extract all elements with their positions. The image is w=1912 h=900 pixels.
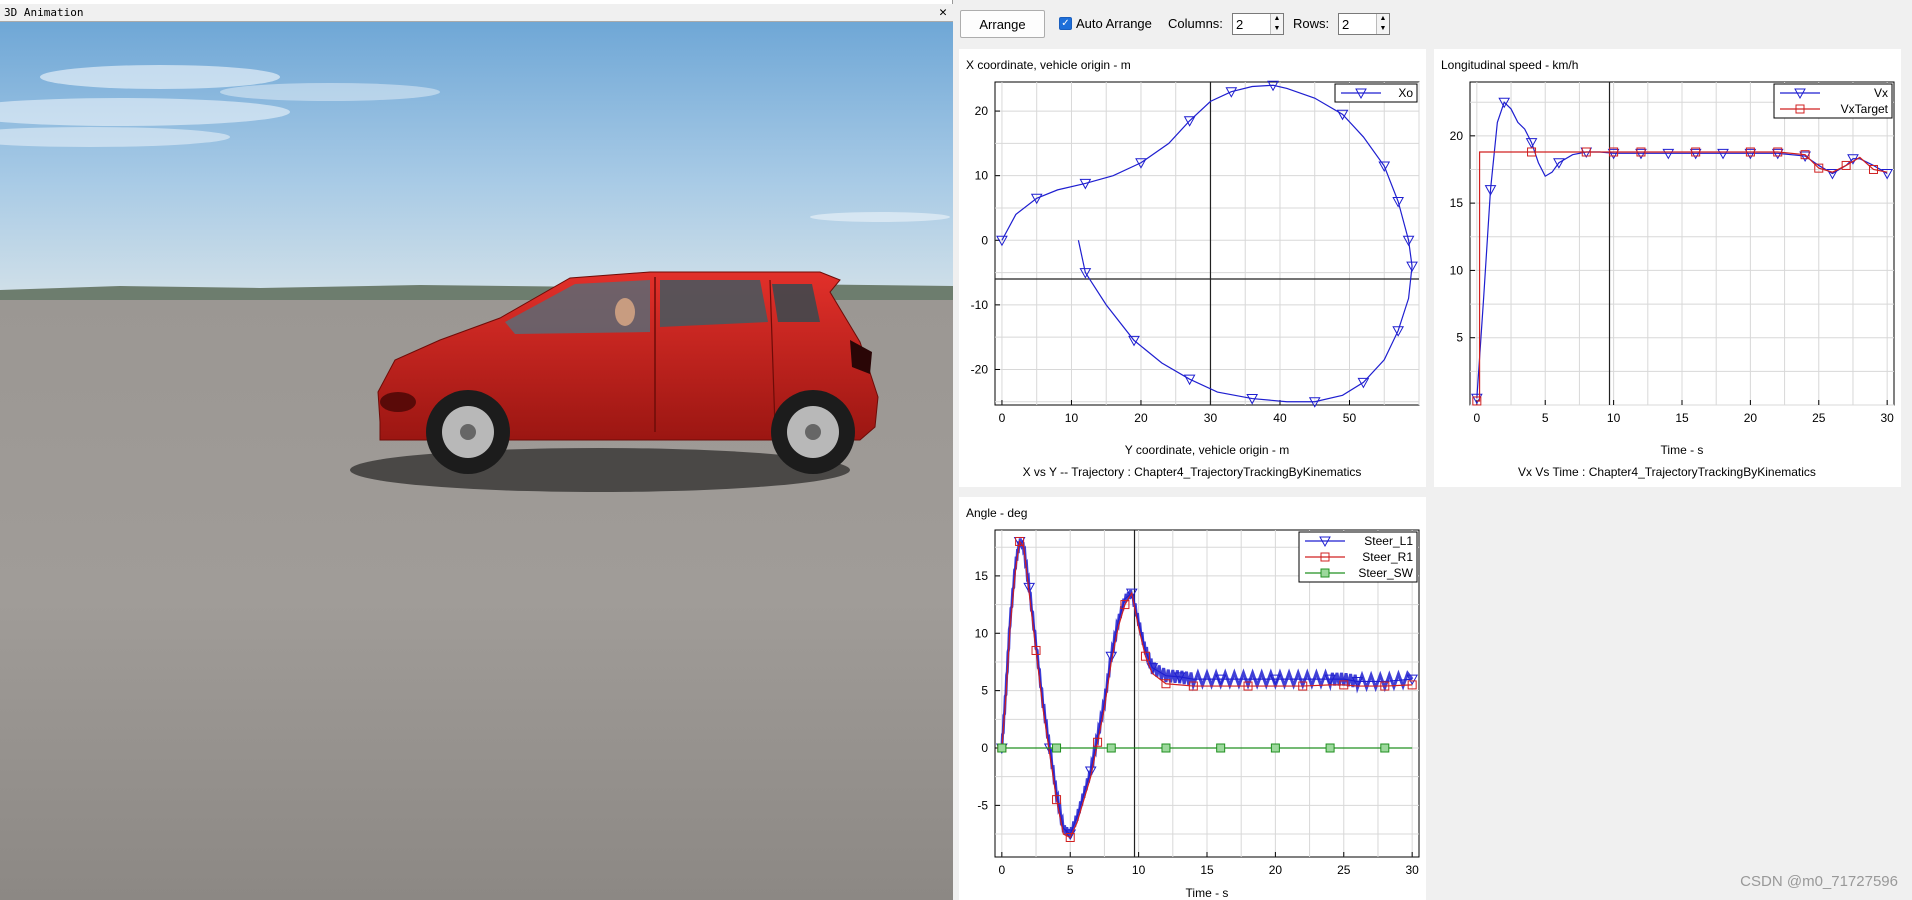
x-tick-label: 30	[1405, 863, 1419, 877]
legend-label: Xo	[1398, 86, 1413, 100]
car-shadow	[350, 448, 850, 492]
data-point	[1380, 743, 1390, 753]
data-point	[1161, 743, 1171, 753]
x-tick-label: 10	[1607, 411, 1621, 425]
x-tick-label: 15	[1200, 863, 1214, 877]
data-point	[1216, 743, 1226, 753]
plot-steer-angle[interactable]: Angle - deg 0 5 10 15 20 25 30 -5 0 5 10 15 Steer_L1 S…	[959, 497, 1426, 900]
animation-window-titlebar: 3D Animation ✕	[0, 4, 953, 22]
y-tick-label: 5	[1456, 331, 1463, 345]
x-tick-label: 0	[1473, 411, 1480, 425]
x-axis-label: Y coordinate, vehicle origin - m	[1125, 443, 1290, 457]
plot-vx-time[interactable]: Longitudinal speed - km/h 0 5 10 15 20 25 30 5 10…	[1434, 49, 1901, 487]
data-point	[1052, 743, 1062, 753]
x-tick-label: 30	[1880, 411, 1894, 425]
legend-label: Steer_SW	[1358, 566, 1413, 580]
x-tick-label: 50	[1343, 411, 1357, 425]
animation-viewport[interactable]	[0, 22, 953, 900]
spinner-arrows-icon[interactable]: ▲ ▼	[1270, 14, 1283, 34]
data-point	[1325, 743, 1335, 753]
data-point	[997, 743, 1007, 753]
plot-frame	[994, 81, 1420, 406]
columns-label: Columns:	[1168, 16, 1223, 31]
steer-chart-svg[interactable]: Angle - deg 0 5 10 15 20 25 30 -5 0 5 10 15 Steer_L1 S…	[959, 497, 1426, 900]
legend-label: Steer_L1	[1364, 534, 1413, 548]
arrange-button[interactable]: Arrange	[960, 10, 1045, 38]
y-tick-label: 0	[981, 741, 988, 755]
y-tick-label: 5	[981, 684, 988, 698]
chart-caption: X vs Y -- Trajectory : Chapter4_Trajecto…	[1023, 465, 1362, 479]
x-axis-label: Time - s	[1186, 886, 1229, 900]
xy-chart-svg[interactable]: X coordinate, vehicle origin - m 0 10 20 30 4…	[959, 49, 1426, 487]
x-tick-label: 0	[998, 863, 1005, 877]
data-point	[1106, 743, 1116, 753]
spinner-arrows-icon[interactable]: ▲ ▼	[1376, 14, 1389, 34]
plot-xy-trajectory[interactable]: X coordinate, vehicle origin - m 0 10 20 30 4…	[959, 49, 1426, 487]
legend-label: Vx	[1874, 86, 1888, 100]
y-tick-label: 15	[975, 569, 989, 583]
app-root: 3D Animation ✕ Arrange ✓ Auto Arrange Co…	[0, 0, 1912, 900]
chart-title: Angle - deg	[966, 506, 1027, 520]
y-tick-label: 15	[1450, 196, 1464, 210]
data-point	[1270, 743, 1280, 753]
y-tick-label: 20	[975, 104, 989, 118]
x-tick-label: 20	[1134, 411, 1148, 425]
scene-graphic	[0, 22, 953, 900]
close-icon[interactable]: ✕	[939, 4, 947, 22]
animation-window: 3D Animation ✕	[0, 0, 953, 900]
y-tick-label: -20	[971, 362, 989, 376]
y-tick-label: 10	[975, 169, 989, 183]
chart-title: X coordinate, vehicle origin - m	[966, 58, 1131, 72]
x-axis-label: Time - s	[1661, 443, 1704, 457]
x-tick-label: 25	[1337, 863, 1351, 877]
y-tick-label: -10	[971, 298, 989, 312]
rows-label: Rows:	[1293, 16, 1330, 31]
x-tick-label: 20	[1744, 411, 1758, 425]
vx-chart-svg[interactable]: Longitudinal speed - km/h 0 5 10 15 20 25 30 5 10…	[1434, 49, 1901, 487]
x-tick-label: 40	[1273, 411, 1287, 425]
x-tick-label: 15	[1675, 411, 1689, 425]
sky	[0, 22, 953, 292]
auto-arrange-label: Auto Arrange	[1076, 16, 1152, 31]
y-tick-label: 10	[1450, 263, 1464, 277]
watermark: CSDN @m0_71727596	[1740, 873, 1898, 890]
y-tick-label: 10	[975, 626, 989, 640]
legend-label: Steer_R1	[1362, 550, 1413, 564]
x-tick-label: 25	[1812, 411, 1826, 425]
plot-toolbar: Arrange ✓ Auto Arrange Columns: 2 ▲ ▼ Row…	[956, 10, 1912, 38]
y-tick-label: 20	[1450, 129, 1464, 143]
x-tick-label: 30	[1204, 411, 1218, 425]
legend-marker	[1320, 568, 1330, 578]
x-tick-label: 5	[1067, 863, 1074, 877]
rows-spinner[interactable]: 2 ▲ ▼	[1338, 13, 1390, 35]
chart-title: Longitudinal speed - km/h	[1441, 58, 1578, 72]
x-tick-label: 5	[1542, 411, 1549, 425]
y-tick-label: 0	[981, 233, 988, 247]
columns-spinner[interactable]: 2 ▲ ▼	[1232, 13, 1284, 35]
chart-caption: Vx Vs Time : Chapter4_TrajectoryTracking…	[1518, 465, 1816, 479]
animation-window-title: 3D Animation	[4, 6, 84, 19]
x-tick-label: 20	[1269, 863, 1283, 877]
columns-value: 2	[1236, 17, 1244, 32]
plot-area: Arrange ✓ Auto Arrange Columns: 2 ▲ ▼ Row…	[956, 0, 1912, 900]
rows-value: 2	[1342, 17, 1350, 32]
x-tick-label: 10	[1065, 411, 1079, 425]
x-tick-label: 10	[1132, 863, 1146, 877]
legend-label: VxTarget	[1841, 102, 1889, 116]
x-tick-label: 0	[999, 411, 1006, 425]
auto-arrange-checkbox[interactable]: ✓	[1059, 17, 1072, 30]
y-tick-label: -5	[977, 798, 988, 812]
